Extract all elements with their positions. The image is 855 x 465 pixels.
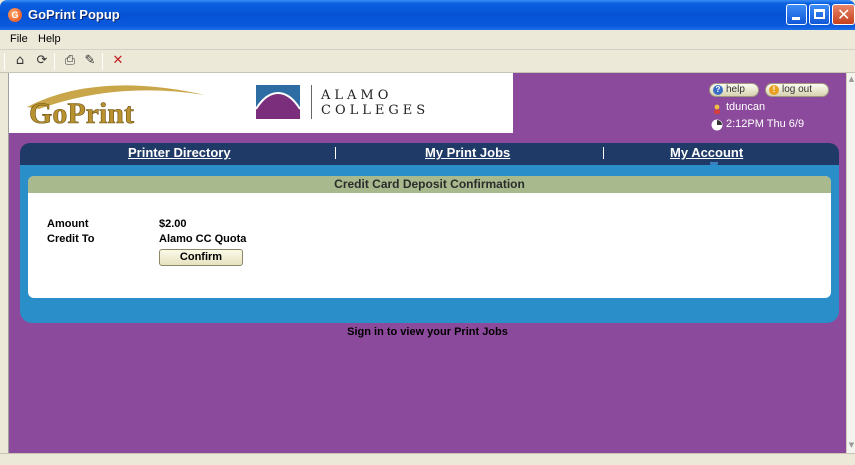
alamo-colleges-logo-text: ALAMO COLLEGES <box>321 88 429 118</box>
page-content: GoPrint ALAMO COLLEGES ? help ! log out <box>9 73 846 453</box>
nav-my-print-jobs[interactable]: My Print Jobs <box>425 145 510 160</box>
header-logo-area: GoPrint ALAMO COLLEGES <box>9 73 513 133</box>
scroll-up-icon[interactable]: ▲ <box>848 75 855 84</box>
confirmation-panel-body: Credit Card Deposit Confirmation Amount … <box>28 176 831 298</box>
title-bar[interactable]: G GoPrint Popup ✕ <box>0 0 855 30</box>
credit-to-label: Credit To <box>47 233 95 245</box>
maximize-icon <box>814 9 825 19</box>
help-label: help <box>726 84 745 95</box>
print-icon[interactable]: ⎙ <box>62 53 78 69</box>
alamo-colleges-mark <box>256 85 300 119</box>
help-button[interactable]: ? help <box>709 83 759 97</box>
nav-separator <box>335 147 336 159</box>
confirmation-panel: Credit Card Deposit Confirmation Amount … <box>20 165 839 323</box>
edit-icon[interactable]: ✎ <box>82 53 98 69</box>
signin-message: Sign in to view your Print Jobs <box>347 326 508 338</box>
stop-icon[interactable]: ✕ <box>110 53 126 69</box>
maximize-button[interactable] <box>809 4 830 25</box>
alamo-line-1: ALAMO <box>321 88 393 103</box>
app-window: G GoPrint Popup ✕ File Help ⌂ ⟳ ⎙ ✎ ✕ Go… <box>0 0 855 465</box>
logout-button[interactable]: ! log out <box>765 83 829 97</box>
vertical-scrollbar[interactable]: ▲ ▼ <box>846 73 855 453</box>
logo-divider <box>311 85 312 119</box>
nav-separator <box>603 147 604 159</box>
nav-my-account[interactable]: My Account <box>670 145 743 160</box>
window-title: GoPrint Popup <box>28 7 120 22</box>
nav-printer-directory[interactable]: Printer Directory <box>128 145 231 160</box>
username: tduncan <box>726 101 766 113</box>
goprint-app-icon: G <box>8 8 22 22</box>
user-icon <box>714 104 720 114</box>
logout-label: log out <box>782 84 813 95</box>
logout-icon: ! <box>769 85 779 95</box>
home-icon[interactable]: ⌂ <box>12 53 28 69</box>
close-button[interactable]: ✕ <box>832 4 855 25</box>
toolbar: ⌂ ⟳ ⎙ ✎ ✕ <box>0 50 855 73</box>
goprint-logo-text: GoPrint <box>29 97 134 129</box>
panel-title: Credit Card Deposit Confirmation <box>28 176 831 193</box>
toolbar-grip <box>4 53 5 70</box>
amount-value: $2.00 <box>159 218 187 230</box>
help-icon: ? <box>713 85 723 95</box>
menu-file[interactable]: File <box>10 33 28 45</box>
toolbar-separator <box>54 53 55 70</box>
refresh-icon[interactable]: ⟳ <box>34 53 50 69</box>
goprint-logo: GoPrint <box>27 85 205 129</box>
clock-icon <box>711 119 723 131</box>
alamo-line-2: COLLEGES <box>321 103 430 118</box>
menu-help[interactable]: Help <box>38 33 61 45</box>
minimize-button[interactable] <box>786 4 807 25</box>
amount-label: Amount <box>47 218 89 230</box>
toolbar-separator <box>102 53 103 70</box>
datetime: 2:12PM Thu 6/9 <box>726 118 805 130</box>
minimize-icon <box>792 17 800 20</box>
nav-bar: Printer Directory My Print Jobs My Accou… <box>20 143 839 167</box>
status-bar <box>0 453 855 465</box>
window-left-border <box>0 73 9 453</box>
credit-to-value: Alamo CC Quota <box>159 233 247 245</box>
scroll-down-icon[interactable]: ▼ <box>848 441 855 450</box>
confirm-button[interactable]: Confirm <box>159 249 243 266</box>
close-icon: ✕ <box>837 5 851 24</box>
menu-bar: File Help <box>0 30 855 50</box>
